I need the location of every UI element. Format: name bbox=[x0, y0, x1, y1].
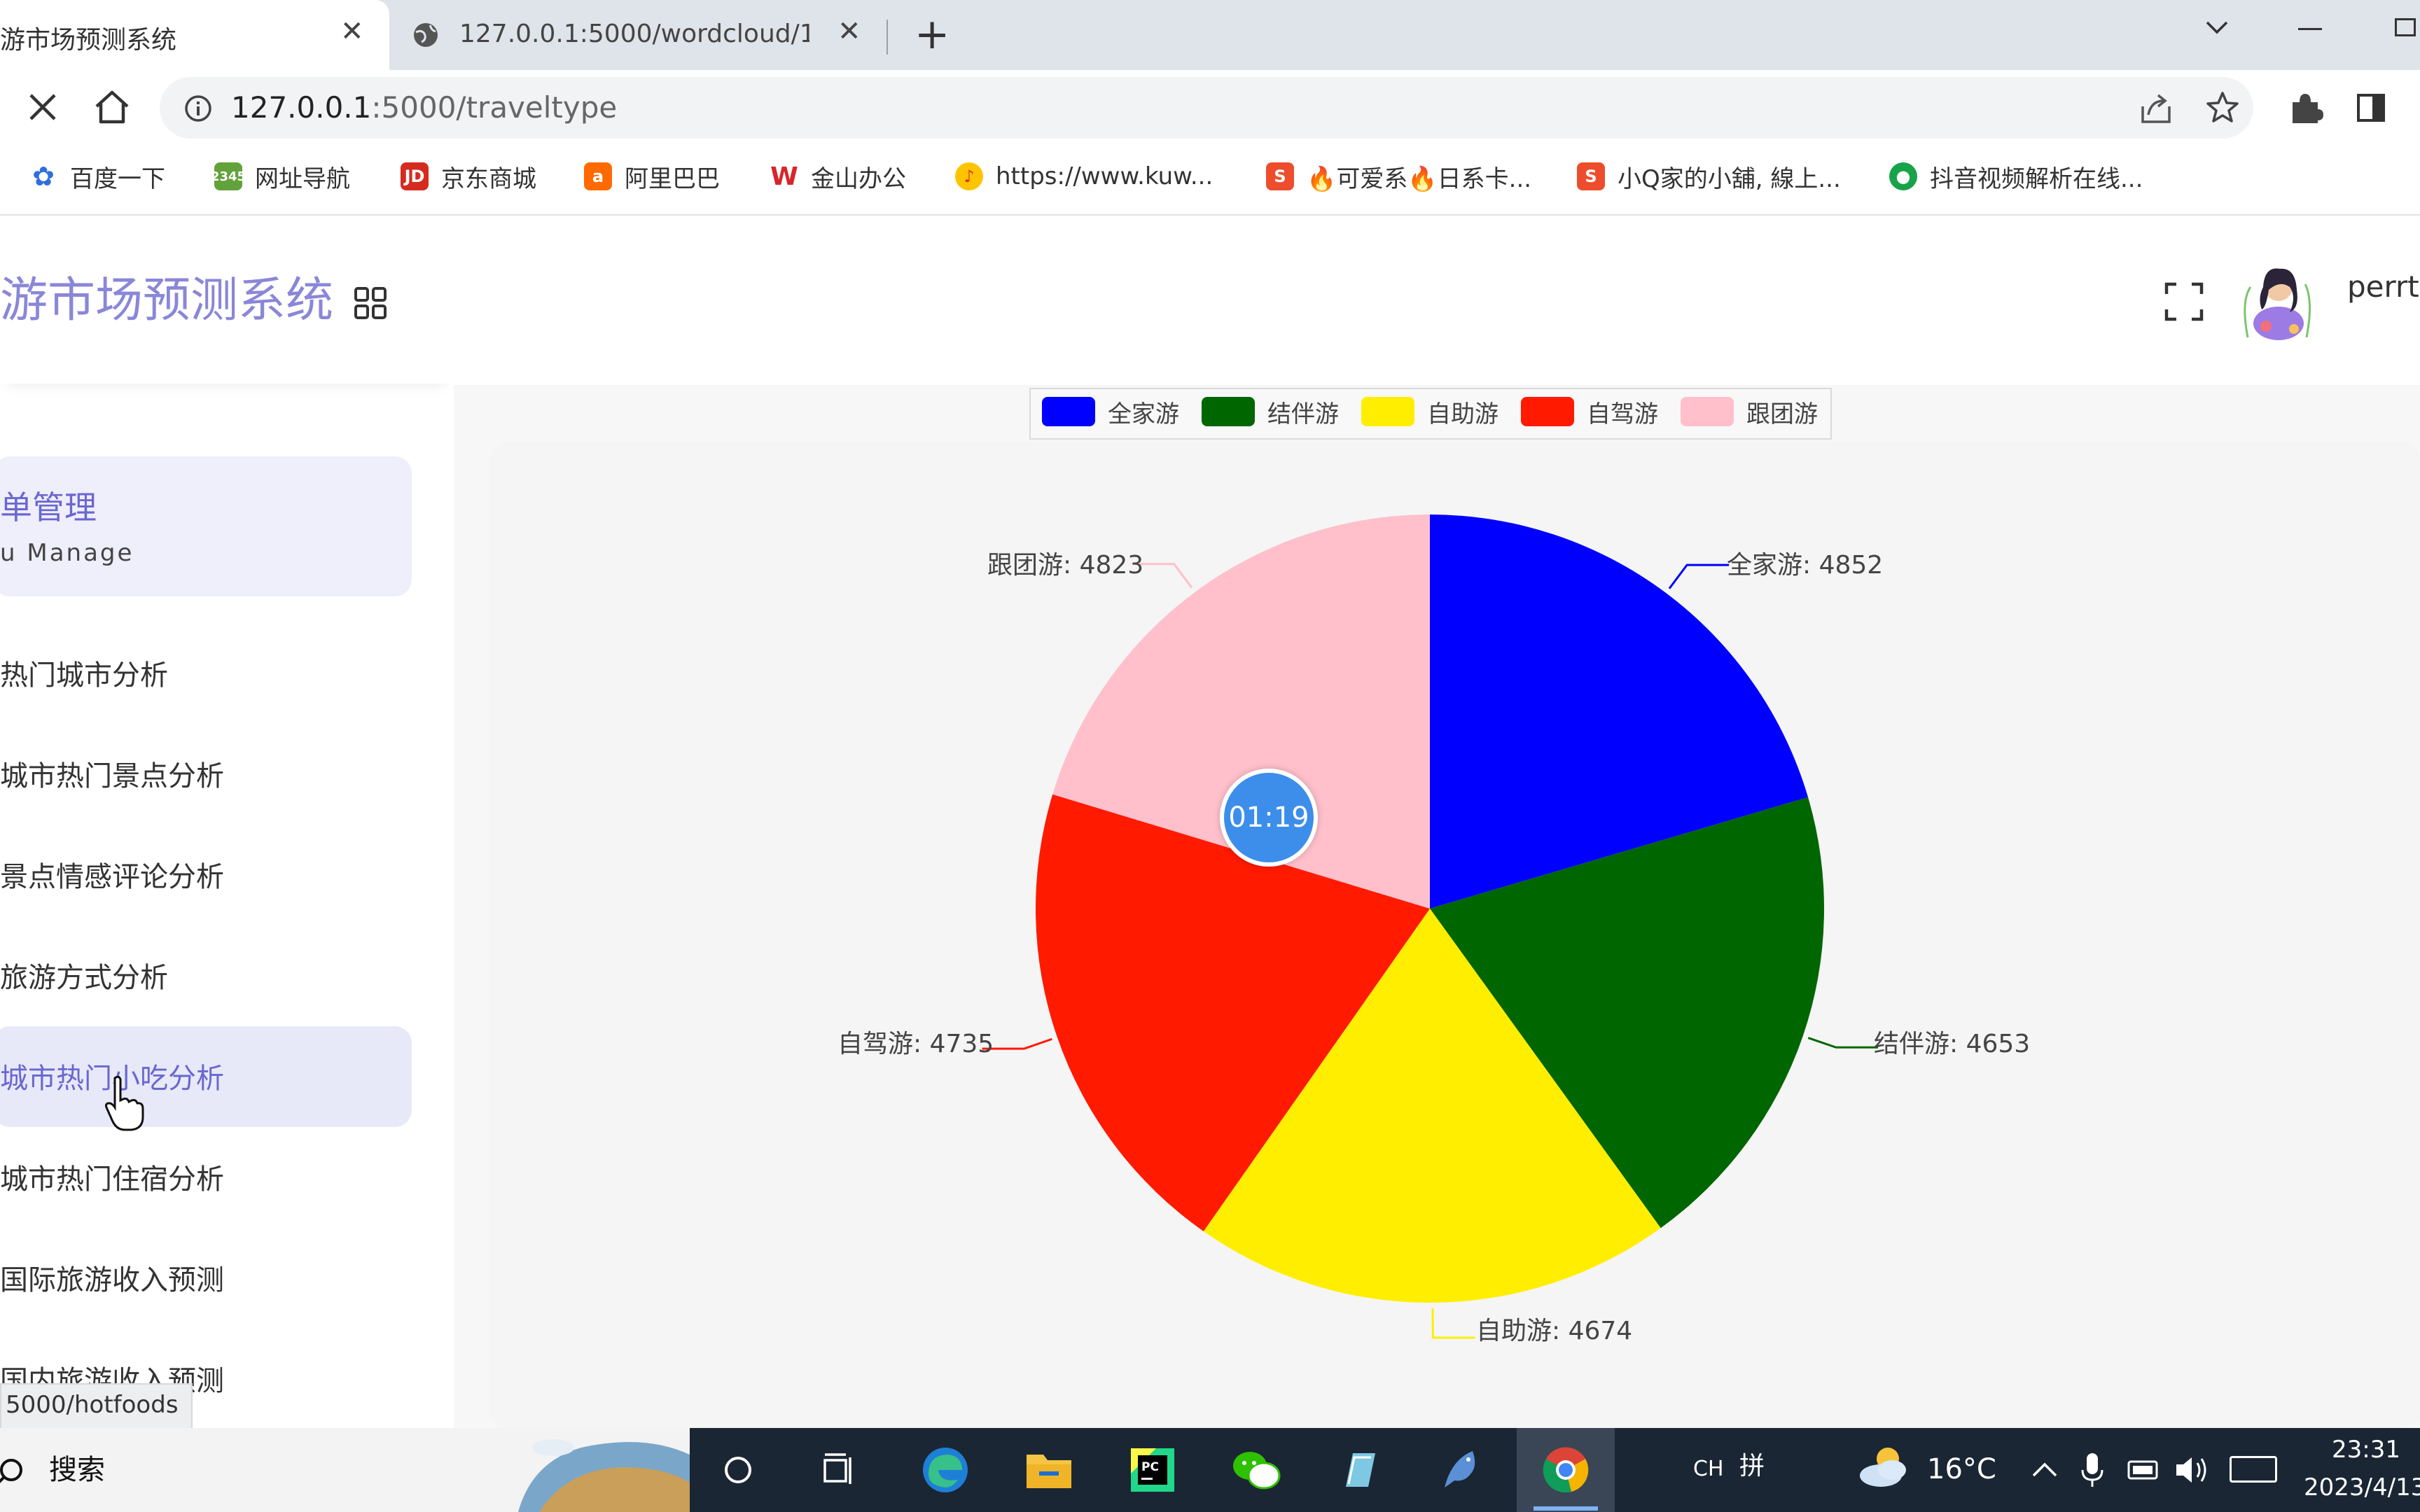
status-url: 5000/hotfoods bbox=[0, 1383, 193, 1429]
search-highlight-image bbox=[518, 1434, 690, 1512]
search-label: 搜索 bbox=[49, 1454, 105, 1486]
slice-label-name: 结伴游 bbox=[1874, 1030, 1950, 1058]
slice-label-value: 4674 bbox=[1568, 1317, 1633, 1345]
svg-text:PC: PC bbox=[1141, 1460, 1159, 1474]
slice-leader-line bbox=[1431, 1308, 1475, 1339]
pie-chart bbox=[982, 514, 1879, 1339]
slice-label-value: 4852 bbox=[1819, 551, 1884, 580]
slice-leader-line bbox=[1668, 564, 1730, 589]
slice-label: 结伴游: 4653 bbox=[1874, 1030, 2031, 1058]
chrome-active-indicator bbox=[1534, 1506, 1598, 1511]
keyboard-icon[interactable] bbox=[2230, 1456, 2277, 1483]
notepad-icon[interactable] bbox=[1332, 1443, 1385, 1497]
slice-label-value: 4735 bbox=[929, 1030, 994, 1058]
mysql-dolphin-icon[interactable] bbox=[1435, 1443, 1489, 1497]
slice-label-name: 自助游 bbox=[1476, 1317, 1552, 1345]
microphone-icon[interactable] bbox=[2078, 1450, 2106, 1490]
clock-date: 2023/4/13 bbox=[2304, 1474, 2420, 1502]
tray-chevron-up-icon[interactable] bbox=[2029, 1455, 2060, 1485]
slice-label-name: 全家游 bbox=[1727, 551, 1803, 580]
search-icon bbox=[0, 1456, 28, 1491]
timer-text: 01:19 bbox=[1228, 802, 1309, 834]
slice-label-name: 自驾游 bbox=[837, 1030, 914, 1058]
pycharm-icon[interactable]: PC bbox=[1126, 1443, 1179, 1497]
volume-icon[interactable] bbox=[2174, 1453, 2213, 1487]
slice-label-name: 跟团游 bbox=[987, 551, 1064, 580]
slice-leader-line bbox=[1807, 1037, 1879, 1049]
recording-timer[interactable]: 01:19 bbox=[1220, 769, 1318, 867]
wechat-icon[interactable] bbox=[1230, 1443, 1283, 1497]
clock-time: 23:31 bbox=[2332, 1436, 2400, 1464]
ime-mode[interactable]: 拼 bbox=[1739, 1449, 1765, 1484]
slice-label: 全家游: 4852 bbox=[1727, 551, 1884, 580]
slice-label-value: 4653 bbox=[1966, 1030, 2031, 1058]
slice-label: 自驾游: 4735 bbox=[837, 1030, 994, 1058]
mouse-cursor-icon bbox=[105, 1075, 144, 1131]
chrome-icon[interactable] bbox=[1539, 1443, 1592, 1497]
cortana-icon[interactable] bbox=[711, 1443, 765, 1497]
weather-cloud-icon[interactable] bbox=[1857, 1442, 1913, 1491]
slice-label-value: 4823 bbox=[1079, 551, 1144, 580]
slice-label: 跟团游: 4823 bbox=[987, 551, 1144, 580]
slice-label: 自助游: 4674 bbox=[1476, 1317, 1633, 1345]
weather-temp: 16°C bbox=[1927, 1453, 1996, 1485]
edge-icon[interactable] bbox=[919, 1443, 972, 1497]
file-explorer-icon[interactable] bbox=[1022, 1443, 1076, 1497]
task-view-icon[interactable] bbox=[812, 1443, 865, 1497]
network-icon[interactable] bbox=[2126, 1455, 2162, 1485]
ime-language[interactable]: CH bbox=[1693, 1452, 1724, 1487]
